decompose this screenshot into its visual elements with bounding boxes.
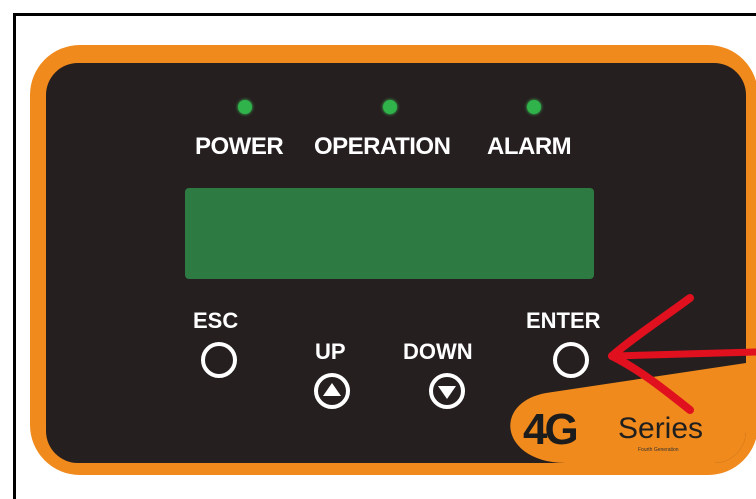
lcd-display: [185, 188, 594, 279]
up-label: UP: [315, 339, 346, 364]
brand-tagline: Fourth Generation: [638, 447, 679, 453]
down-button[interactable]: [429, 373, 465, 409]
power-led: [238, 100, 252, 114]
operation-led: [383, 100, 397, 114]
brand-series: Series: [618, 412, 704, 445]
down-label: DOWN: [403, 339, 473, 364]
up-button[interactable]: [314, 373, 350, 409]
esc-label: ESC: [193, 308, 239, 333]
enter-label: ENTER: [526, 308, 601, 333]
up-arrow-icon: [323, 383, 341, 396]
alarm-label: ALARM: [487, 133, 572, 160]
down-arrow-icon: [438, 386, 456, 399]
power-label: POWER: [195, 133, 284, 160]
alarm-led: [527, 100, 541, 114]
esc-button[interactable]: [201, 342, 237, 378]
brand-model: 4G: [523, 405, 579, 454]
enter-button[interactable]: [553, 342, 589, 378]
operation-label: OPERATION: [314, 133, 451, 160]
